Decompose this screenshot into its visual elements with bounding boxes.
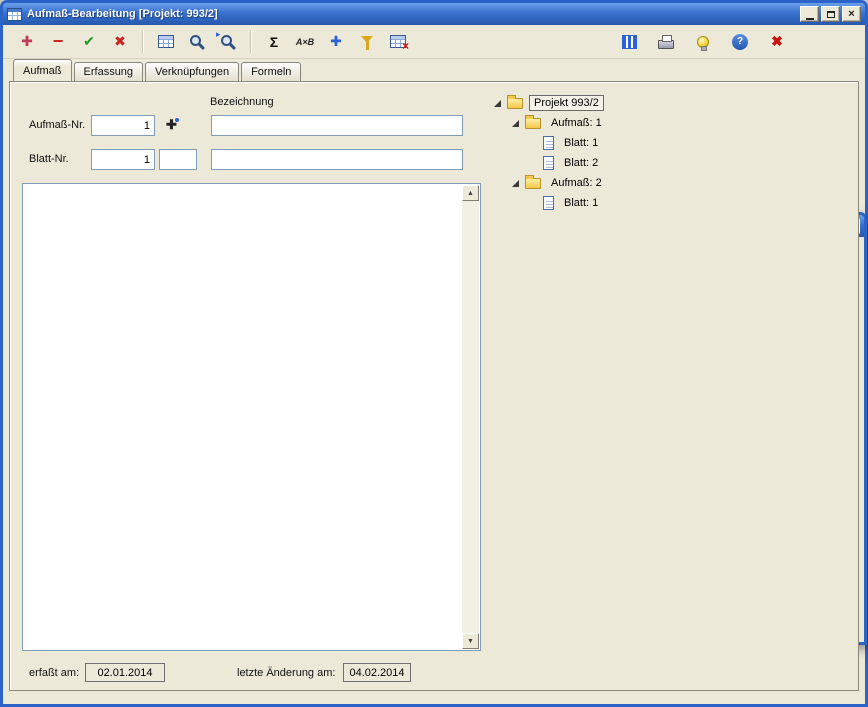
main-toolbar: ✚−✔✖ΣA×B✚ ?✖ bbox=[3, 25, 865, 59]
minimize-icon bbox=[806, 18, 814, 20]
tabpage-aufmass: Bezeichnung Aufmaß-Nr. ✚ Blatt-Nr. ▲ ▼ P… bbox=[9, 81, 859, 691]
expand-triangle-icon[interactable] bbox=[494, 100, 501, 107]
tree-item-label[interactable]: Blatt: 1 bbox=[560, 136, 602, 150]
add-record-icon[interactable]: ✚ bbox=[15, 30, 39, 54]
restore-icon bbox=[827, 11, 835, 18]
search-goto-icon bbox=[221, 35, 232, 46]
blatt-nr-input-2[interactable] bbox=[159, 149, 197, 170]
folder-icon bbox=[507, 98, 523, 109]
formula-icon[interactable]: A×B bbox=[293, 30, 317, 54]
folder-icon bbox=[525, 178, 541, 189]
blatt-nr-label: Blatt-Nr. bbox=[29, 153, 69, 165]
tree-item-aufma-2[interactable]: Aufmaß: 2 bbox=[490, 173, 854, 193]
aufmass-nr-input[interactable] bbox=[91, 115, 155, 136]
document-icon bbox=[543, 196, 554, 210]
aufmass-text-area[interactable]: ▲ ▼ bbox=[22, 183, 481, 651]
insert-icon[interactable]: ✚ bbox=[324, 30, 348, 54]
close-button[interactable]: × bbox=[842, 6, 861, 22]
cancel-icon[interactable]: ✖ bbox=[108, 30, 132, 54]
bezeichnung-input-2[interactable] bbox=[211, 149, 463, 170]
vertical-scrollbar[interactable]: ▲ ▼ bbox=[462, 185, 479, 649]
screen: Aufmaß-Bearbeitung [Projekt: 993/2] × ✚−… bbox=[0, 0, 868, 707]
print-icon[interactable] bbox=[654, 30, 678, 54]
created-value: 02.01.2014 bbox=[85, 663, 165, 682]
tabstrip: Aufmaß Erfassung Verknüpfungen Formeln bbox=[9, 59, 303, 81]
toolbar-right: ?✖ bbox=[617, 30, 865, 54]
statistics-icon[interactable] bbox=[617, 30, 641, 54]
table-view-icon[interactable] bbox=[154, 30, 178, 54]
search-icon[interactable] bbox=[185, 30, 209, 54]
exit-icon[interactable]: ✖ bbox=[765, 30, 789, 54]
scroll-down-button[interactable]: ▼ bbox=[462, 633, 479, 649]
modified-value: 04.02.2014 bbox=[343, 663, 411, 682]
tree-item-label[interactable]: Aufmaß: 2 bbox=[547, 176, 606, 190]
main-window: Aufmaß-Bearbeitung [Projekt: 993/2] × ✚−… bbox=[0, 0, 868, 707]
folder-icon bbox=[525, 118, 541, 129]
search-icon bbox=[190, 35, 201, 46]
filter-icon bbox=[361, 36, 373, 43]
tree-item-label[interactable]: Blatt: 2 bbox=[560, 156, 602, 170]
expand-triangle-icon[interactable] bbox=[512, 180, 519, 187]
blatt-nr-input[interactable] bbox=[91, 149, 155, 170]
tree-item-label[interactable]: Aufmaß: 1 bbox=[547, 116, 606, 130]
tree-item-projekt-993-2[interactable]: Projekt 993/2 bbox=[490, 93, 854, 113]
created-label: erfaßt am: bbox=[29, 667, 79, 679]
toolbar-separator bbox=[250, 31, 252, 53]
bezeichnung-label: Bezeichnung bbox=[210, 96, 274, 108]
document-icon bbox=[543, 136, 554, 150]
help-icon[interactable]: ? bbox=[728, 30, 752, 54]
hint-icon[interactable] bbox=[691, 30, 715, 54]
project-tree: Projekt 993/2 Aufmaß: 1 Blatt: 1 Blatt: 2 Au… bbox=[490, 93, 854, 213]
tree-item-label[interactable]: Projekt 993/2 bbox=[529, 95, 604, 111]
delete-table-icon bbox=[390, 35, 406, 48]
app-icon bbox=[7, 8, 22, 21]
tree-item-aufma-1[interactable]: Aufmaß: 1 bbox=[490, 113, 854, 133]
search-goto-icon[interactable] bbox=[216, 30, 240, 54]
sum-icon[interactable]: Σ bbox=[262, 30, 286, 54]
table-view-icon bbox=[158, 35, 174, 48]
minimize-button[interactable] bbox=[800, 6, 819, 22]
help-icon: ? bbox=[732, 34, 748, 50]
delete-table-icon[interactable] bbox=[386, 30, 410, 54]
document-icon bbox=[543, 156, 554, 170]
print-icon bbox=[658, 40, 674, 49]
add-aufmass-icon[interactable]: ✚ bbox=[163, 116, 180, 133]
filter-icon[interactable] bbox=[355, 30, 379, 54]
tab-formeln[interactable]: Formeln bbox=[241, 62, 301, 81]
toolbar-left: ✚−✔✖ΣA×B✚ bbox=[3, 30, 410, 54]
window-controls: × bbox=[800, 6, 861, 22]
statistics-icon bbox=[622, 35, 637, 49]
tree-item-blatt-2[interactable]: Blatt: 2 bbox=[490, 153, 854, 173]
aufmass-nr-label: Aufmaß-Nr. bbox=[29, 119, 85, 131]
save-icon[interactable]: ✔ bbox=[77, 30, 101, 54]
tree-item-blatt-1[interactable]: Blatt: 1 bbox=[490, 133, 854, 153]
main-titlebar[interactable]: Aufmaß-Bearbeitung [Projekt: 993/2] × bbox=[3, 3, 865, 25]
bezeichnung-input-1[interactable] bbox=[211, 115, 463, 136]
hint-icon bbox=[697, 36, 709, 48]
modified-label: letzte Änderung am: bbox=[237, 667, 335, 679]
delete-record-icon[interactable]: − bbox=[46, 30, 70, 54]
tab-erfassung[interactable]: Erfassung bbox=[74, 62, 144, 81]
toolbar-separator bbox=[142, 31, 144, 53]
tree-item-label[interactable]: Blatt: 1 bbox=[560, 196, 602, 210]
restore-button[interactable] bbox=[821, 6, 840, 22]
scroll-up-button[interactable]: ▲ bbox=[462, 185, 479, 201]
tab-verknuepfungen[interactable]: Verknüpfungen bbox=[145, 62, 239, 81]
expand-triangle-icon[interactable] bbox=[512, 120, 519, 127]
tab-aufmass[interactable]: Aufmaß bbox=[13, 59, 72, 81]
main-window-title: Aufmaß-Bearbeitung [Projekt: 993/2] bbox=[27, 8, 800, 20]
tree-item-blatt-1[interactable]: Blatt: 1 bbox=[490, 193, 854, 213]
